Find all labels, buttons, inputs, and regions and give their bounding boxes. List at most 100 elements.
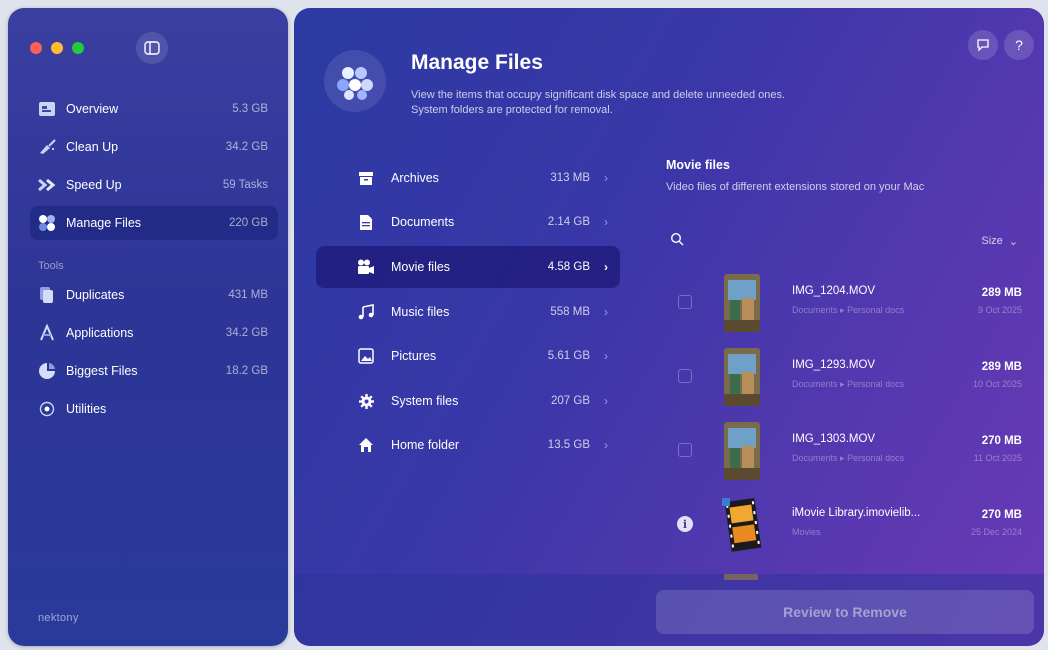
close-window-button[interactable] [30,42,42,54]
file-date: 25 Dec 2024 [970,527,1022,537]
category-label: Documents [391,215,455,229]
chat-bubble-icon [977,39,989,52]
file-date: 10 Oct 2025 [972,379,1022,389]
review-to-remove-button[interactable]: Review to Remove [656,590,1034,634]
category-documents[interactable]: Documents 2.14 GB › [316,201,620,243]
picture-icon [356,346,376,366]
sidebar-item-applications[interactable]: Applications 34.2 GB [30,316,278,350]
sidebar-item-label: Applications [66,326,134,340]
archive-icon [356,168,376,188]
sort-dropdown[interactable]: Size ⌄ [981,235,1018,248]
file-name: IMG_1293.MOV [792,359,876,371]
category-home-folder[interactable]: Home folder 13.5 GB › [316,424,620,466]
category-pictures[interactable]: Pictures 5.61 GB › [316,335,620,377]
feedback-button[interactable] [968,30,998,60]
minimize-window-button[interactable] [51,42,63,54]
sidebar-item-value: 18.2 GB [225,365,268,377]
file-row[interactable]: IMG_1204.MOV Documents ▸ Personal docs 2… [670,272,1022,336]
chevron-right-icon: › [604,349,608,363]
file-checkbox[interactable] [678,369,692,383]
category-system-files[interactable]: System files 207 GB › [316,380,620,422]
file-path: Documents ▸ Personal docs [792,305,904,316]
home-icon [356,435,376,455]
file-name: iMovie Library.imovielib... [792,507,921,519]
search-icon [670,232,684,246]
chevron-right-icon: › [604,305,608,319]
question-mark-icon: ? [1015,37,1023,53]
category-size: 13.5 GB [547,439,590,451]
sidebar-item-biggest-files[interactable]: Biggest Files 18.2 GB [30,354,278,388]
help-button[interactable]: ? [1004,30,1034,60]
sidebar-icon [144,41,160,55]
file-size: 289 MB [981,361,1022,373]
overview-icon [36,98,58,120]
sort-label: Size [981,235,1003,247]
detail-subtitle: Video files of different extensions stor… [666,181,925,193]
path-separator-icon: ▸ [840,305,845,315]
sidebar-item-manage-files[interactable]: Manage Files 220 GB [30,206,278,240]
category-label: Archives [391,171,439,185]
file-row[interactable]: IMG_1293.MOV Documents ▸ Personal docs 2… [670,346,1022,410]
sidebar-item-value: 34.2 GB [225,327,268,339]
sidebar-item-overview[interactable]: Overview 5.3 GB [30,92,278,126]
category-label: Pictures [391,349,437,363]
file-size: 270 MB [981,509,1022,521]
sidebar-item-utilities[interactable]: Utilities [30,392,278,426]
sidebar-toggle-button[interactable] [136,32,168,64]
category-label: Home folder [391,438,460,452]
chevron-right-icon: › [604,394,608,408]
sidebar-item-value: 220 GB [229,217,268,229]
category-label: Movie files [391,260,451,274]
chevron-right-icon: › [604,215,608,229]
path-separator-icon: ▸ [840,453,845,463]
broom-icon [36,136,58,158]
category-movie-files[interactable]: Movie files 4.58 GB › [316,246,620,288]
video-thumbnail [724,422,760,480]
music-icon [356,302,376,322]
file-path-part: Documents [792,305,838,315]
info-icon[interactable]: i [677,516,693,532]
file-size: 270 MB [981,435,1022,447]
zoom-window-button[interactable] [72,42,84,54]
sidebar-item-label: Utilities [66,402,107,416]
speed-chevrons-icon [36,174,58,196]
sidebar-item-label: Biggest Files [66,364,138,378]
detail-title: Movie files [666,158,730,172]
duplicates-icon [36,284,58,306]
imovie-library-icon [720,496,764,554]
file-row[interactable]: i iMovie Library.imovielib... Movies 270… [670,494,1022,558]
sidebar-item-value: 34.2 GB [225,141,268,153]
sidebar-item-duplicates[interactable]: Duplicates 431 MB [30,278,278,312]
file-path: Documents ▸ Personal docs [792,379,904,390]
sidebar-item-label: Manage Files [66,216,142,230]
category-size: 207 GB [551,395,590,407]
gear-icon [356,391,376,411]
file-checkbox[interactable] [678,443,692,457]
file-path: Documents ▸ Personal docs [792,453,904,464]
page-description-line: System folders are protected for removal… [411,104,613,116]
chevron-down-icon: ⌄ [1008,236,1018,248]
sidebar-item-clean-up[interactable]: Clean Up 34.2 GB [30,130,278,164]
manage-files-icon [36,212,58,234]
page-title: Manage Files [411,51,543,74]
file-date: 11 Oct 2025 [973,453,1022,463]
file-path-part: Documents [792,379,838,389]
video-thumbnail [724,348,760,406]
file-checkbox[interactable] [678,295,692,309]
search-button[interactable] [670,232,686,248]
file-size: 289 MB [981,287,1022,299]
sidebar: Overview 5.3 GB Clean Up 34.2 GB Speed U… [8,8,288,646]
biggest-files-icon [36,360,58,382]
tools-heading: Tools [38,260,64,272]
page-description: View the items that occupy significant d… [411,88,871,118]
chevron-right-icon: › [604,438,608,452]
movie-icon [356,257,376,277]
brand-logo: nektony [38,612,79,624]
file-path: Movies [792,527,821,537]
sidebar-item-speed-up[interactable]: Speed Up 59 Tasks [30,168,278,202]
category-music-files[interactable]: Music files 558 MB › [316,291,620,333]
main-panel: Manage Files View the items that occupy … [294,8,1044,646]
category-archives[interactable]: Archives 313 MB › [316,157,620,199]
sidebar-item-label: Duplicates [66,288,125,302]
file-row[interactable]: IMG_1303.MOV Documents ▸ Personal docs 2… [670,420,1022,484]
